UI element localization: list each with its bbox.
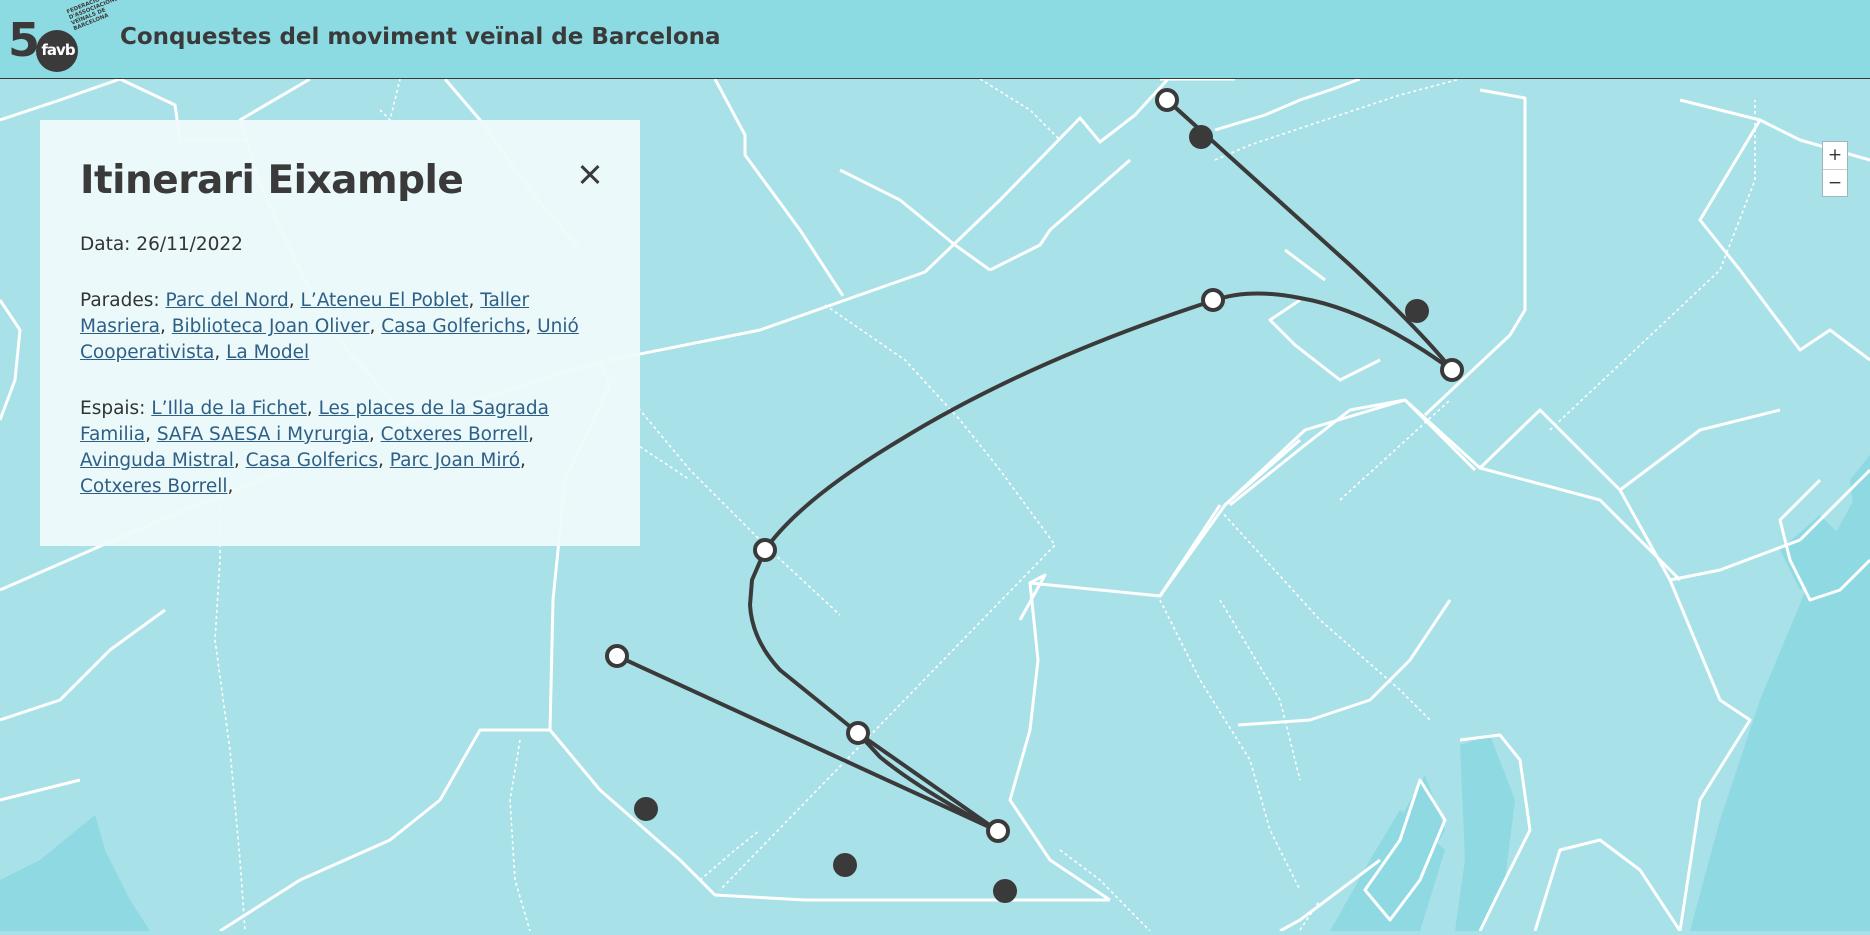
space-link[interactable]: Casa Golferics xyxy=(246,450,378,471)
date-value: 26/11/2022 xyxy=(136,234,243,255)
stop-marker xyxy=(1155,88,1179,112)
favb-logo[interactable]: 5 favb FEDERACIÓ D'ASSOCIACIONS VEÏNALS … xyxy=(8,0,119,74)
route-lines xyxy=(615,98,1454,833)
space-link[interactable]: Avinguda Mistral xyxy=(80,450,234,471)
stop-marker xyxy=(986,819,1010,843)
stop-marker xyxy=(1440,358,1464,382)
space-link[interactable]: L’Illa de la Fichet xyxy=(151,398,306,419)
space-marker xyxy=(993,879,1017,903)
logo-brand: favb xyxy=(41,41,75,59)
zoom-control: + − xyxy=(1822,141,1848,197)
stops-label: Parades: xyxy=(80,290,160,311)
spaces-list: Espais: L’Illa de la Fichet, Les places … xyxy=(80,398,549,497)
stop-marker xyxy=(753,538,777,562)
site-header: 5 favb FEDERACIÓ D'ASSOCIACIONS VEÏNALS … xyxy=(0,0,1870,79)
site-title: Conquestes del moviment veïnal de Barcel… xyxy=(120,24,721,50)
panel-title: Itinerari Eixample xyxy=(80,158,464,203)
stop-marker xyxy=(1201,288,1225,312)
spaces-label: Espais: xyxy=(80,398,146,419)
date-line: Data: 26/11/2022 xyxy=(80,232,600,258)
harbour-basin-3 xyxy=(1455,735,1515,931)
space-link[interactable]: Parc Joan Miró xyxy=(390,450,520,471)
space-marker xyxy=(634,797,658,821)
zoom-in-button[interactable]: + xyxy=(1823,142,1847,170)
stop-link[interactable]: Parc del Nord xyxy=(166,290,289,311)
stop-link[interactable]: Biblioteca Joan Oliver xyxy=(172,316,370,337)
close-icon[interactable] xyxy=(575,160,605,190)
space-marker xyxy=(1189,125,1213,149)
stop-link[interactable]: Casa Golferichs xyxy=(381,316,525,337)
itinerary-panel: Itinerari Eixample Data: 26/11/2022 Para… xyxy=(40,120,640,546)
space-link[interactable]: Cotxeres Borrell xyxy=(80,476,228,497)
space-link[interactable]: Cotxeres Borrell xyxy=(381,424,529,445)
stop-link[interactable]: L’Ateneu El Poblet xyxy=(301,290,469,311)
space-marker xyxy=(833,853,857,877)
date-label: Data: xyxy=(80,234,131,255)
stops-list: Parades: Parc del Nord, L’Ateneu El Pobl… xyxy=(80,290,579,363)
zoom-out-button[interactable]: − xyxy=(1823,170,1847,197)
stop-marker xyxy=(846,721,870,745)
coast-left xyxy=(0,815,150,931)
space-marker xyxy=(1405,299,1429,323)
stop-marker xyxy=(605,644,629,668)
stop-link[interactable]: La Model xyxy=(226,342,309,363)
space-link[interactable]: SAFA SAESA i Myrurgia xyxy=(157,424,369,445)
route-stops xyxy=(605,88,1464,843)
logo-number: 5 xyxy=(8,13,40,67)
